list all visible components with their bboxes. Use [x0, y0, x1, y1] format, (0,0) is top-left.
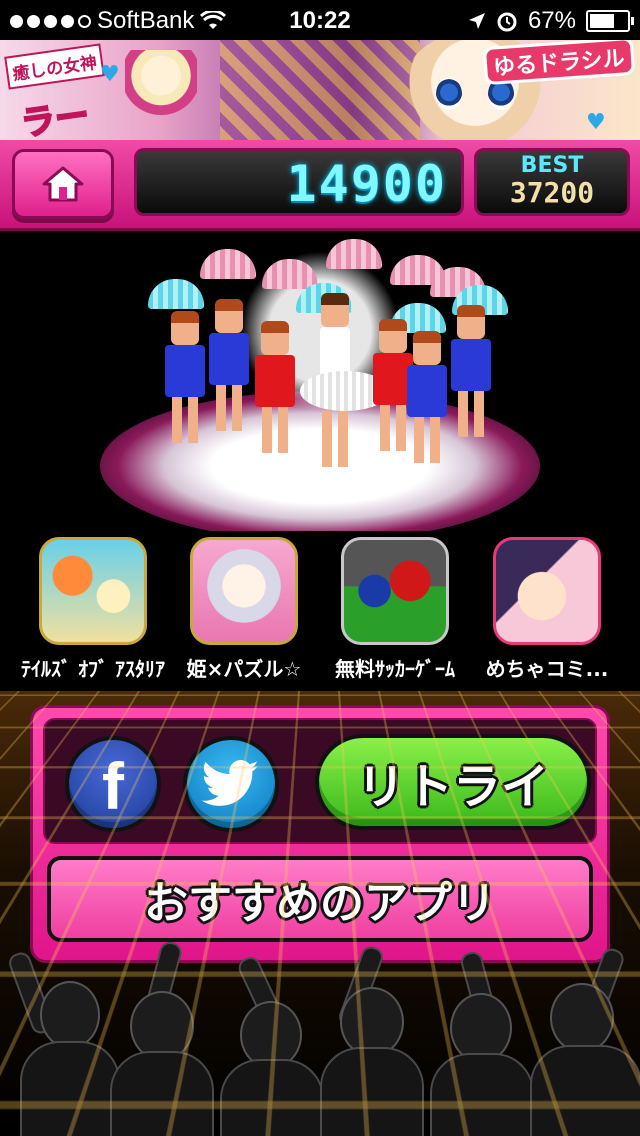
- hime-puzzle-app-icon: [190, 537, 298, 645]
- home-icon: [42, 166, 84, 202]
- recommended-apps-row: ﾃｲﾙｽﾞ ｵﾌﾞ ｱｽﾀﾘｱ 姫×パズル☆ 無料ｻｯｶｰｹﾞｰﾑ めちゃコミ.…: [0, 531, 640, 691]
- banner-decoration: [220, 40, 420, 140]
- score-header: 14900 BEST 37200: [0, 140, 640, 231]
- retry-label: リトライ: [356, 759, 549, 815]
- ad-banner[interactable]: 癒しの女神 ラーン ♥ ♥ ゆるドラシル: [0, 40, 640, 140]
- tales-app-icon: [39, 537, 147, 645]
- battery-level-fill: [590, 14, 615, 28]
- alarm-clock-icon: [497, 12, 517, 32]
- mechacomi-app-icon: [493, 537, 601, 645]
- dance-stage: [0, 231, 640, 531]
- backup-dancer: [162, 311, 208, 443]
- retry-button[interactable]: リトライ: [315, 734, 591, 830]
- backup-dancer: [448, 305, 494, 437]
- banner-logo: ゆるドラシル: [483, 40, 636, 86]
- score-display: 14900: [134, 148, 464, 216]
- current-score: 14900: [286, 155, 447, 213]
- app-label: 無料ｻｯｶｰｹﾞｰﾑ: [335, 657, 455, 681]
- app-label: めちゃコミ...: [485, 657, 609, 681]
- app-item-soccer[interactable]: 無料ｻｯｶｰｹﾞｰﾑ: [320, 537, 470, 682]
- battery-icon: [586, 10, 634, 32]
- location-arrow-icon: [468, 13, 485, 29]
- backup-dancer: [252, 321, 298, 453]
- app-item-mechacomi[interactable]: めちゃコミ...: [472, 537, 622, 682]
- home-button[interactable]: [12, 149, 114, 219]
- banner-title-large: ラーン: [18, 94, 93, 140]
- heart-icon: ♥: [100, 62, 120, 87]
- recommended-apps-label: おすすめのアプリ: [144, 878, 496, 929]
- app-label: 姫×パズル☆: [186, 657, 302, 681]
- heart-icon: ♥: [586, 110, 606, 135]
- status-bar: SoftBank 10:22 67%: [0, 0, 640, 40]
- facebook-share-button[interactable]: f: [65, 736, 161, 832]
- best-score-display: BEST 37200: [474, 148, 630, 216]
- action-panel: f リトライ おすすめのアプリ: [30, 705, 610, 963]
- battery-percent: 67%: [527, 7, 576, 34]
- lead-ballerina: [300, 293, 390, 467]
- backup-dancer: [206, 299, 252, 431]
- twitter-share-button[interactable]: [183, 736, 279, 832]
- soccer-app-icon: [341, 537, 449, 645]
- best-label: BEST: [520, 153, 584, 178]
- action-area: f リトライ おすすめのアプリ: [0, 691, 640, 1136]
- twitter-icon: [202, 760, 259, 806]
- audience-silhouettes: [0, 939, 640, 1136]
- backup-dancer: [404, 331, 450, 463]
- recommended-apps-button[interactable]: おすすめのアプリ: [47, 856, 593, 942]
- app-label: ﾃｲﾙｽﾞ ｵﾌﾞ ｱｽﾀﾘｱ: [21, 657, 165, 681]
- status-right: 67%: [468, 7, 634, 35]
- best-score: 37200: [509, 176, 595, 209]
- banner-title-small: 癒しの女神: [4, 43, 105, 90]
- share-row: f リトライ: [43, 718, 597, 844]
- banner-chibi-character: [125, 50, 197, 130]
- facebook-icon: f: [102, 749, 124, 823]
- app-item-hime-puzzle[interactable]: 姫×パズル☆: [169, 537, 319, 682]
- app-item-tales[interactable]: ﾃｲﾙｽﾞ ｵﾌﾞ ｱｽﾀﾘｱ: [18, 537, 168, 682]
